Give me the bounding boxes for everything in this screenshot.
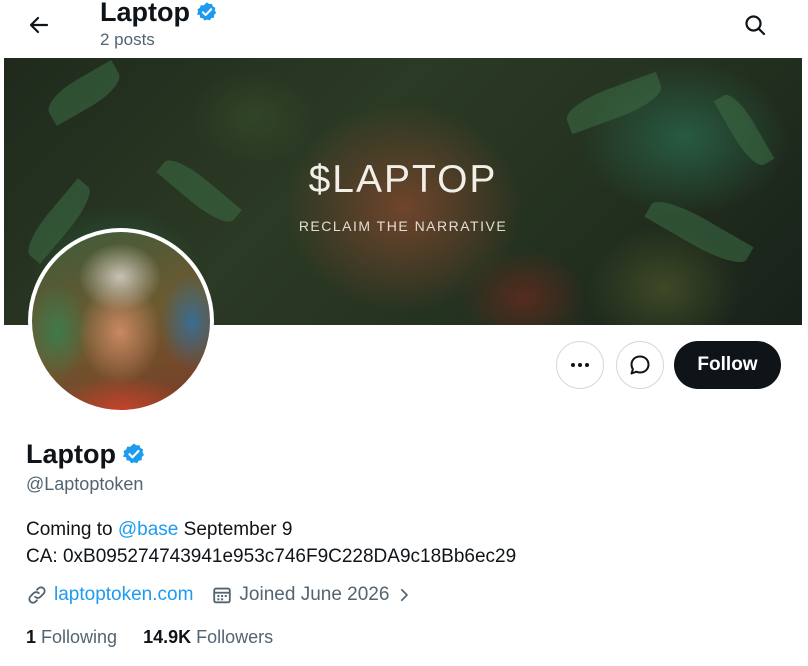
followers-count: 14.9K bbox=[143, 627, 192, 647]
back-button[interactable] bbox=[22, 8, 56, 42]
header-post-count: 2 posts bbox=[100, 30, 155, 49]
calendar-icon bbox=[213, 587, 232, 604]
followers-label: Followers bbox=[196, 627, 274, 647]
following-count: 1 bbox=[26, 627, 37, 647]
profile-handle: @Laptoptoken bbox=[26, 474, 144, 494]
verified-badge-icon bbox=[196, 2, 217, 21]
more-dots-icon bbox=[571, 363, 589, 367]
search-icon bbox=[745, 15, 766, 36]
message-bubble-icon bbox=[630, 355, 650, 375]
followers-stat[interactable]: 14.9K Followers bbox=[143, 627, 273, 648]
profile-page: Laptop 2 posts $LAPTOP RECLAIM THE NARRA… bbox=[4, 0, 802, 666]
bio-mention-link[interactable]: @base bbox=[118, 519, 179, 540]
follow-button[interactable]: Follow bbox=[674, 341, 781, 389]
banner-foliage bbox=[561, 71, 667, 135]
avatar[interactable] bbox=[28, 228, 214, 414]
profile-bio: Coming to @base September 9 CA: 0xB09527… bbox=[26, 516, 516, 570]
bio-line-1: Coming to @base September 9 bbox=[26, 516, 516, 543]
bio-text: Coming to bbox=[26, 519, 118, 540]
header-title-block: Laptop 2 posts bbox=[100, 0, 218, 50]
profile-name-row: Laptop bbox=[26, 438, 146, 470]
message-button[interactable] bbox=[616, 341, 664, 389]
search-button[interactable] bbox=[738, 8, 772, 42]
header-name-row: Laptop bbox=[100, 0, 218, 28]
banner-title: $LAPTOP bbox=[308, 158, 498, 201]
following-stat[interactable]: 1 Following bbox=[26, 627, 117, 648]
joined-date: Joined June 2026 bbox=[239, 584, 390, 605]
more-options-button[interactable] bbox=[556, 341, 604, 389]
joined-item[interactable]: Joined June 2026 bbox=[211, 584, 413, 606]
arrow-left-icon bbox=[29, 16, 49, 34]
link-icon bbox=[28, 586, 46, 604]
following-label: Following bbox=[41, 627, 118, 647]
header-name: Laptop bbox=[100, 0, 190, 27]
website-link[interactable]: laptoptoken.com bbox=[54, 584, 193, 606]
bio-line-2: CA: 0xB095274743941e953c746F9C228DA9c18B… bbox=[26, 546, 517, 567]
top-bar: Laptop 2 posts bbox=[4, 0, 802, 58]
profile-meta-row: laptoptoken.com Joined June 2026 bbox=[26, 584, 431, 606]
bio-text: September 9 bbox=[178, 519, 293, 540]
chevron-right-icon bbox=[401, 588, 409, 602]
follow-stats-row: 1 Following 14.9K Followers bbox=[26, 627, 299, 648]
verified-badge-icon[interactable] bbox=[122, 442, 146, 466]
website-item: laptoptoken.com bbox=[26, 584, 193, 606]
profile-name: Laptop bbox=[26, 439, 116, 469]
banner-foliage bbox=[41, 60, 127, 126]
